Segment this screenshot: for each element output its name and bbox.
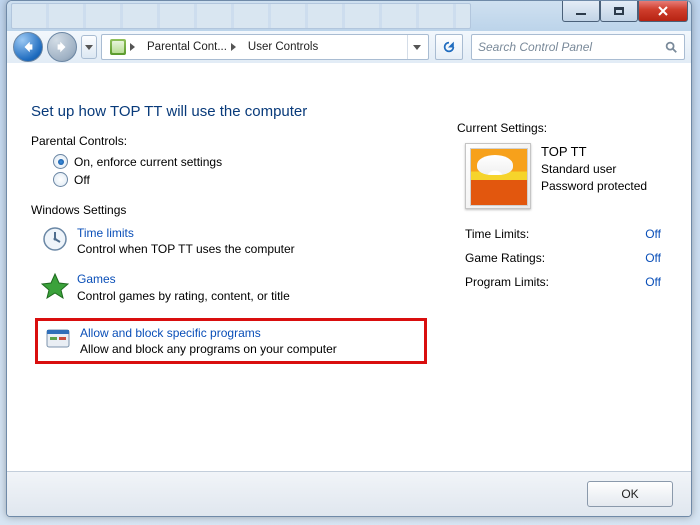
time-limits-link[interactable]: Time limits xyxy=(77,225,295,241)
current-settings-heading: Current Settings: xyxy=(457,121,667,135)
status-label: Program Limits: xyxy=(465,275,549,289)
ok-button[interactable]: OK xyxy=(587,481,673,507)
search-placeholder: Search Control Panel xyxy=(478,40,592,54)
user-name: TOP TT xyxy=(541,143,647,161)
chevron-right-icon xyxy=(231,43,236,51)
breadcrumb-seg-user-controls[interactable]: User Controls xyxy=(242,35,324,59)
status-label: Time Limits: xyxy=(465,227,529,241)
window-controls xyxy=(562,0,688,22)
games-link[interactable]: Games xyxy=(77,271,290,287)
arrow-right-icon xyxy=(55,40,69,54)
back-button[interactable] xyxy=(13,32,43,62)
right-column: Current Settings: TOP TT Standard user P… xyxy=(457,81,667,472)
nav-history-dropdown[interactable] xyxy=(81,35,97,59)
page-title: Set up how TOP TT will use the computer xyxy=(31,103,427,120)
parental-on-radio[interactable]: On, enforce current settings xyxy=(53,154,427,169)
search-input[interactable]: Search Control Panel xyxy=(471,34,685,60)
arrow-left-icon xyxy=(21,40,35,54)
control-panel-window: Parental Cont... User Controls Search Co… xyxy=(6,0,692,517)
status-program-limits: Program Limits: Off xyxy=(465,275,661,289)
status-label: Game Ratings: xyxy=(465,251,545,265)
radio-off-icon xyxy=(53,172,68,187)
windows-settings-heading: Windows Settings xyxy=(31,203,427,217)
breadcrumb-label: Parental Cont... xyxy=(147,41,227,53)
breadcrumb-root[interactable] xyxy=(104,35,141,59)
footer-bar: OK xyxy=(7,471,691,516)
parental-controls-heading: Parental Controls: xyxy=(31,134,427,148)
programs-link[interactable]: Allow and block specific programs xyxy=(80,325,337,341)
status-value-link[interactable]: Off xyxy=(645,227,661,241)
status-value-link[interactable]: Off xyxy=(645,275,661,289)
programs-setting: Allow and block specific programs Allow … xyxy=(44,325,422,357)
search-icon xyxy=(664,40,678,54)
radio-on-icon xyxy=(53,154,68,169)
time-limits-setting: Time limits Control when TOP TT uses the… xyxy=(41,225,427,257)
user-type: Standard user xyxy=(541,161,647,178)
refresh-icon xyxy=(442,40,456,54)
close-icon xyxy=(657,5,669,17)
programs-icon xyxy=(44,325,72,353)
games-setting: Games Control games by rating, content, … xyxy=(41,271,427,303)
user-meta: TOP TT Standard user Password protected xyxy=(541,143,647,209)
radio-label: On, enforce current settings xyxy=(74,155,222,169)
radio-label: Off xyxy=(74,173,90,187)
minimize-button[interactable] xyxy=(562,0,600,22)
games-desc: Control games by rating, content, or tit… xyxy=(77,288,290,304)
navigation-bar: Parental Cont... User Controls Search Co… xyxy=(7,31,691,64)
maximize-button[interactable] xyxy=(600,0,638,22)
status-game-ratings: Game Ratings: Off xyxy=(465,251,661,265)
time-limits-desc: Control when TOP TT uses the computer xyxy=(77,241,295,257)
chevron-down-icon xyxy=(85,45,93,50)
games-icon xyxy=(41,271,69,299)
parental-off-radio[interactable]: Off xyxy=(53,172,427,187)
breadcrumb-label: User Controls xyxy=(248,41,318,53)
forward-button[interactable] xyxy=(47,32,77,62)
user-summary: TOP TT Standard user Password protected xyxy=(465,143,667,209)
programs-desc: Allow and block any programs on your com… xyxy=(80,341,337,357)
breadcrumb-dropdown[interactable] xyxy=(407,35,426,59)
content-area: Set up how TOP TT will use the computer … xyxy=(7,63,691,472)
chevron-right-icon xyxy=(130,43,135,51)
user-avatar xyxy=(470,148,528,206)
parental-controls-icon xyxy=(110,39,126,55)
clock-icon xyxy=(41,225,69,253)
status-time-limits: Time Limits: Off xyxy=(465,227,661,241)
refresh-button[interactable] xyxy=(435,34,463,60)
ok-label: OK xyxy=(621,487,638,501)
programs-setting-highlight: Allow and block specific programs Allow … xyxy=(35,318,427,364)
window-titlebar xyxy=(7,1,691,32)
chevron-down-icon xyxy=(413,45,421,50)
user-password-status: Password protected xyxy=(541,178,647,195)
close-button[interactable] xyxy=(638,0,688,22)
left-column: Set up how TOP TT will use the computer … xyxy=(31,81,427,472)
breadcrumb-seg-parental[interactable]: Parental Cont... xyxy=(141,35,242,59)
breadcrumb[interactable]: Parental Cont... User Controls xyxy=(101,34,429,60)
status-value-link[interactable]: Off xyxy=(645,251,661,265)
avatar-frame xyxy=(465,143,531,209)
